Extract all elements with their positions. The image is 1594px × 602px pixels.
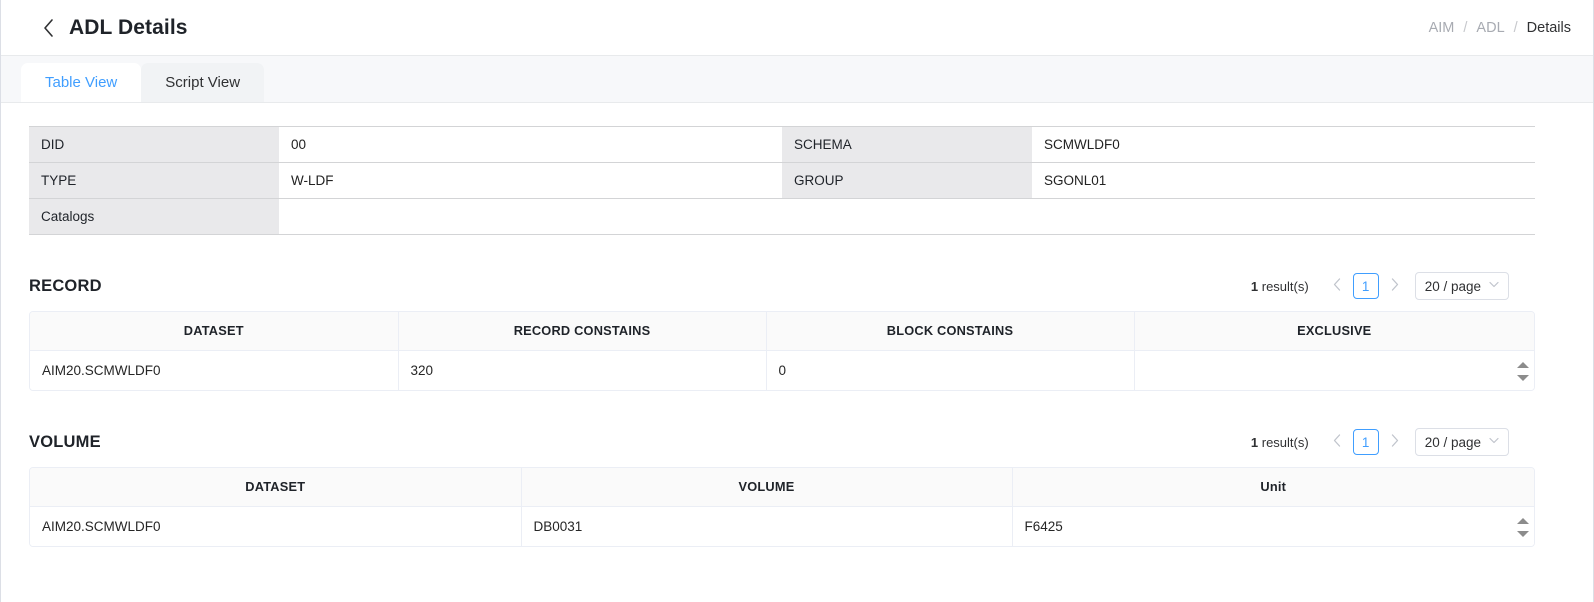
volume-table-header-row: DATASET VOLUME Unit	[30, 468, 1534, 506]
chevron-left-icon	[42, 18, 55, 38]
volume-pagination: 1 result(s) 1	[1251, 428, 1509, 456]
detail-row-catalogs: Catalogs	[29, 199, 1535, 235]
record-pagination: 1 result(s) 1	[1251, 272, 1509, 300]
back-button[interactable]	[35, 15, 61, 41]
volume-next-page-button[interactable]	[1385, 430, 1405, 454]
record-result-count-suffix: result(s)	[1262, 279, 1309, 294]
triangle-down-icon[interactable]	[1517, 531, 1529, 537]
record-table-wrapper: DATASET RECORD CONSTAINS BLOCK CONSTAINS…	[29, 311, 1535, 391]
volume-page-size-select[interactable]: 20 / page	[1415, 428, 1509, 456]
volume-table-wrapper: DATASET VOLUME Unit AIM20.SCMWLDF0 DB003…	[29, 467, 1535, 547]
breadcrumb-separator: /	[1514, 20, 1518, 36]
volume-section: VOLUME 1 result(s) 1	[29, 429, 1565, 547]
record-cell-block-constains: 0	[766, 350, 1134, 390]
breadcrumb-item-details: Details	[1527, 20, 1571, 36]
volume-cell-dataset: AIM20.SCMWLDF0	[30, 506, 521, 546]
detail-label-group: GROUP	[782, 163, 1032, 199]
volume-result-count-number: 1	[1251, 435, 1258, 450]
chevron-left-icon	[1333, 434, 1341, 450]
volume-col-dataset: DATASET	[30, 468, 521, 506]
page-header: ADL Details AIM / ADL / Details	[1, 0, 1593, 56]
record-col-record-constains: RECORD CONSTAINS	[398, 312, 766, 350]
chevron-right-icon	[1391, 434, 1399, 450]
volume-prev-page-button[interactable]	[1327, 430, 1347, 454]
volume-page-1-button[interactable]: 1	[1353, 429, 1379, 455]
record-next-page-button[interactable]	[1385, 274, 1405, 298]
record-col-block-constains: BLOCK CONSTAINS	[766, 312, 1134, 350]
record-col-dataset: DATASET	[30, 312, 398, 350]
detail-row-type: TYPE W-LDF GROUP SGONL01	[29, 163, 1535, 199]
record-section-title: RECORD	[29, 277, 102, 296]
breadcrumb-item-aim[interactable]: AIM	[1429, 20, 1455, 36]
record-section: RECORD 1 result(s) 1	[29, 273, 1565, 391]
detail-label-schema: SCHEMA	[782, 127, 1032, 163]
volume-page-number: 1	[1362, 435, 1370, 450]
record-section-header: RECORD 1 result(s) 1	[29, 273, 1565, 299]
record-page-1-button[interactable]: 1	[1353, 273, 1379, 299]
record-table-header-row: DATASET RECORD CONSTAINS BLOCK CONSTAINS…	[30, 312, 1534, 350]
view-tabs: Table View Script View	[1, 56, 1593, 103]
record-cell-exclusive	[1134, 350, 1534, 390]
table-row[interactable]: AIM20.SCMWLDF0 320 0	[30, 350, 1534, 390]
triangle-up-icon[interactable]	[1517, 362, 1529, 368]
tab-script-view[interactable]: Script View	[141, 63, 264, 102]
record-result-count-number: 1	[1251, 279, 1258, 294]
chevron-left-icon	[1333, 278, 1341, 294]
detail-value-schema: SCMWLDF0	[1032, 127, 1535, 163]
record-result-count: 1 result(s)	[1251, 279, 1309, 294]
triangle-down-icon[interactable]	[1517, 375, 1529, 381]
chevron-down-icon	[1489, 437, 1499, 447]
volume-result-count: 1 result(s)	[1251, 435, 1309, 450]
table-row[interactable]: AIM20.SCMWLDF0 DB0031 F6425	[30, 506, 1534, 546]
detail-row-did: DID 00 SCHEMA SCMWLDF0	[29, 127, 1535, 163]
record-col-exclusive: EXCLUSIVE	[1134, 312, 1534, 350]
volume-col-unit: Unit	[1012, 468, 1534, 506]
record-cell-dataset: AIM20.SCMWLDF0	[30, 350, 398, 390]
detail-value-did: 00	[279, 127, 782, 163]
detail-label-catalogs: Catalogs	[29, 199, 279, 235]
volume-cell-volume: DB0031	[521, 506, 1012, 546]
volume-table: DATASET VOLUME Unit AIM20.SCMWLDF0 DB003…	[30, 468, 1534, 546]
adl-detail-table: DID 00 SCHEMA SCMWLDF0 TYPE W-LDF GROUP …	[29, 126, 1535, 235]
chevron-right-icon	[1391, 278, 1399, 294]
volume-result-count-suffix: result(s)	[1262, 435, 1309, 450]
detail-value-catalogs	[279, 199, 1535, 235]
page-title: ADL Details	[69, 16, 188, 40]
chevron-down-icon	[1489, 281, 1499, 291]
volume-section-header: VOLUME 1 result(s) 1	[29, 429, 1565, 455]
record-table: DATASET RECORD CONSTAINS BLOCK CONSTAINS…	[30, 312, 1534, 390]
record-page-size-label: 20 / page	[1425, 279, 1481, 294]
record-prev-page-button[interactable]	[1327, 274, 1347, 298]
volume-cell-unit: F6425	[1012, 506, 1534, 546]
detail-value-group: SGONL01	[1032, 163, 1535, 199]
volume-page-size-label: 20 / page	[1425, 435, 1481, 450]
record-table-scroll-spinner[interactable]	[1514, 351, 1532, 391]
tab-table-view[interactable]: Table View	[21, 63, 141, 102]
volume-section-title: VOLUME	[29, 433, 101, 452]
tab-table-view-label: Table View	[45, 74, 117, 91]
adl-details-page: ADL Details AIM / ADL / Details Table Vi…	[0, 0, 1594, 602]
detail-label-did: DID	[29, 127, 279, 163]
volume-col-volume: VOLUME	[521, 468, 1012, 506]
breadcrumb-item-adl[interactable]: ADL	[1476, 20, 1504, 36]
record-page-size-select[interactable]: 20 / page	[1415, 272, 1509, 300]
record-cell-record-constains: 320	[398, 350, 766, 390]
breadcrumb-separator: /	[1463, 20, 1467, 36]
record-page-number: 1	[1362, 279, 1370, 294]
volume-table-scroll-spinner[interactable]	[1514, 507, 1532, 547]
tab-content: DID 00 SCHEMA SCMWLDF0 TYPE W-LDF GROUP …	[1, 126, 1593, 547]
triangle-up-icon[interactable]	[1517, 518, 1529, 524]
breadcrumb: AIM / ADL / Details	[1429, 20, 1571, 36]
detail-label-type: TYPE	[29, 163, 279, 199]
tab-script-view-label: Script View	[165, 74, 240, 91]
detail-value-type: W-LDF	[279, 163, 782, 199]
